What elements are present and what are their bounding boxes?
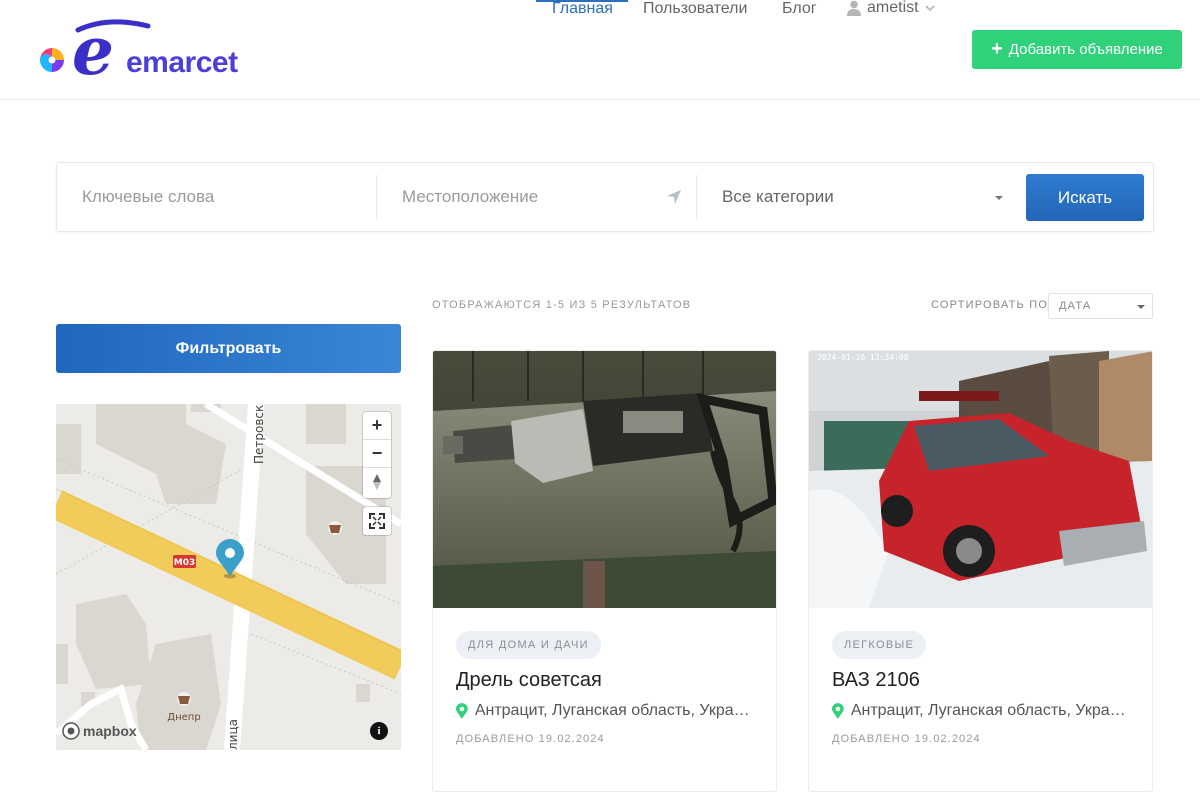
map-canvas: М03 Петровск лица Днепр	[56, 404, 401, 750]
street-label: Петровск	[252, 405, 266, 464]
sort-select[interactable]: ДАТА	[1048, 293, 1153, 319]
red-car-photo: 2024-01-16 13:34:08	[809, 351, 1152, 608]
location-input[interactable]	[402, 187, 664, 207]
caret-down-icon	[1137, 305, 1145, 309]
nav-blog[interactable]: Блог	[782, 0, 817, 18]
mapbox-label: mapbox	[83, 723, 137, 739]
category-select[interactable]: Все категории	[722, 163, 1007, 231]
user-icon	[847, 0, 861, 16]
nav-home[interactable]: Главная	[552, 0, 613, 18]
location-field	[402, 163, 664, 231]
road-badge: М03	[174, 558, 195, 568]
keywords-input[interactable]	[82, 187, 372, 207]
location-pin-icon	[456, 703, 468, 719]
category-tag[interactable]: ДЛЯ ДОМА И ДАЧИ	[456, 631, 601, 659]
location-arrow-icon[interactable]	[666, 189, 682, 205]
compass-button[interactable]	[363, 468, 391, 496]
listing-card[interactable]: ДЛЯ ДОМА И ДАЧИ Дрель советсая Антрацит,…	[432, 350, 777, 792]
nav-user-menu[interactable]: ametist	[847, 0, 935, 17]
listing-title[interactable]: Дрель советсая	[456, 669, 602, 692]
listing-title[interactable]: ВАЗ 2106	[832, 669, 920, 692]
zoom-out-button[interactable]: −	[363, 440, 391, 468]
info-icon[interactable]: i	[370, 722, 388, 740]
category-tag[interactable]: ЛЕГКОВЫЕ	[832, 631, 927, 659]
listing-date: ДОБАВЛЕНО 19.02.2024	[832, 733, 981, 745]
search-bar: Все категории Искать	[56, 162, 1154, 232]
add-listing-label: Добавить объявление	[1008, 41, 1163, 58]
nav-users[interactable]: Пользователи	[643, 0, 747, 18]
shop-icon	[177, 692, 191, 706]
listing-location: Антрацит, Луганская область, Украина	[832, 702, 1132, 720]
site-header: e emarcet Главная Пользователи Блог amet…	[0, 0, 1200, 100]
listing-date: ДОБАВЛЕНО 19.02.2024	[456, 733, 605, 745]
listing-location-text: Антрацит, Луганская область, Украина	[850, 702, 1132, 719]
results-count: ОТОБРАЖАЮТСЯ 1-5 ИЗ 5 РЕЗУЛЬТАТОВ	[432, 299, 692, 311]
search-divider	[696, 175, 697, 219]
map[interactable]: М03 Петровск лица Днепр	[56, 404, 401, 750]
sort-select-value: ДАТА	[1059, 300, 1092, 312]
compass-icon	[373, 474, 381, 490]
listing-card[interactable]: 2024-01-16 13:34:08 ЛЕГКОВЫЕ ВАЗ 2106 Ан…	[808, 350, 1153, 792]
caret-down-icon	[995, 196, 1003, 200]
sort-label: СОРТИРОВАТЬ ПО	[931, 299, 1049, 311]
search-button[interactable]: Искать	[1026, 174, 1144, 221]
map-zoom-controls: + −	[363, 412, 391, 498]
nav-user-name: ametist	[867, 0, 919, 16]
site-logo[interactable]: e emarcet	[34, 12, 244, 90]
zoom-in-button[interactable]: +	[363, 412, 391, 440]
listing-image[interactable]	[433, 351, 776, 608]
keywords-field	[82, 163, 372, 231]
plus-icon: +	[991, 37, 1003, 60]
drill-photo	[433, 351, 776, 608]
poi-label: Днепр	[167, 712, 200, 723]
location-pin-icon	[832, 703, 844, 719]
search-divider	[376, 175, 377, 219]
fullscreen-icon	[369, 513, 385, 529]
listing-image[interactable]: 2024-01-16 13:34:08	[809, 351, 1152, 608]
filter-button[interactable]: Фильтровать	[56, 324, 401, 373]
listing-location: Антрацит, Луганская область, Украина	[456, 702, 756, 720]
street-label: лица	[226, 719, 240, 750]
shop-icon	[328, 521, 342, 535]
listing-location-text: Антрацит, Луганская область, Украина	[474, 702, 756, 719]
photo-timestamp: 2024-01-16 13:34:08	[817, 353, 909, 362]
mapbox-logo-icon	[62, 722, 80, 740]
fullscreen-button[interactable]	[363, 507, 391, 535]
chevron-down-icon	[925, 4, 935, 11]
mapbox-attribution[interactable]: mapbox	[62, 722, 137, 740]
category-select-value: Все категории	[722, 187, 834, 206]
add-listing-button[interactable]: + Добавить объявление	[972, 30, 1182, 69]
logo-text: emarcet	[126, 46, 238, 79]
